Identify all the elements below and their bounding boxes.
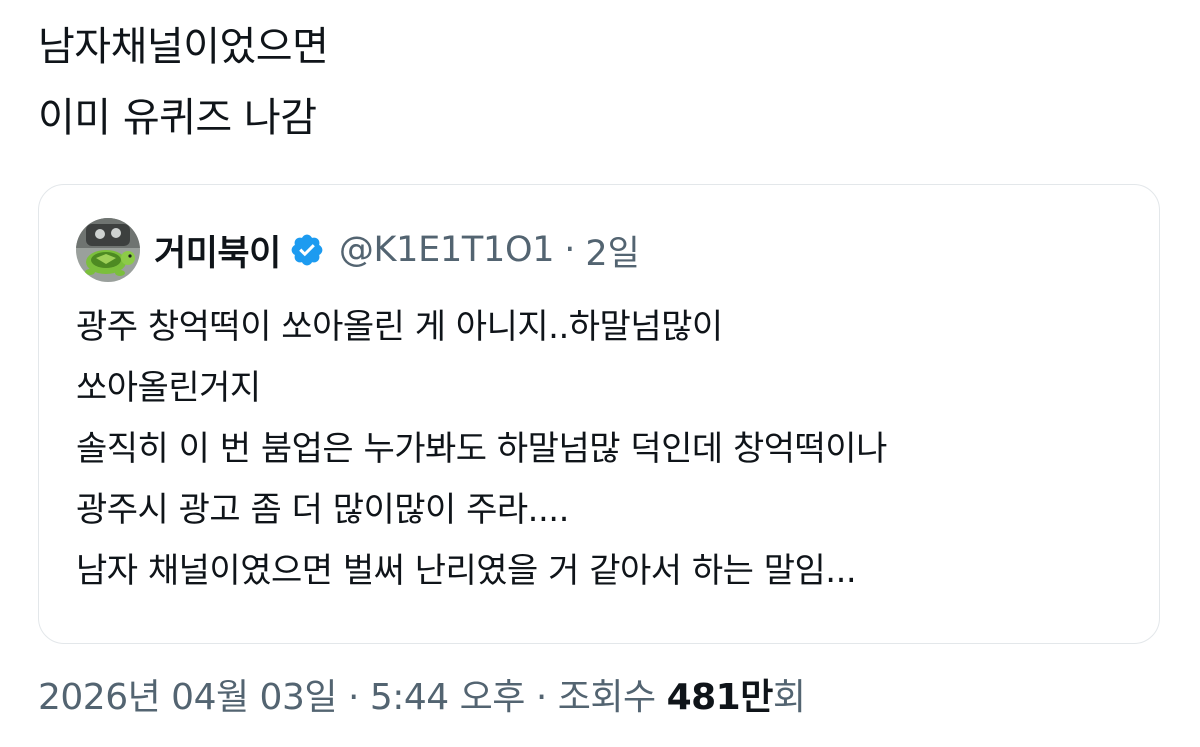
tweet-date[interactable]: 2026년 04월 03일 xyxy=(38,677,337,718)
author-name[interactable]: 거미북이 xyxy=(154,225,281,276)
quoted-tweet-header: 거미북이 @K1E1T1O1 · 2일 xyxy=(76,218,640,282)
tweet-text: 남자채널이었으면 이미 유퀴즈 나감 xyxy=(38,12,1138,154)
quoted-tweet-time[interactable]: 2일 xyxy=(585,225,639,276)
quoted-tweet-body: 광주 창억떡이 쏘아올린 게 아니지..하말넘많이 쏘아올린거지 솔직히 이 번… xyxy=(76,297,1136,602)
tweet-time[interactable]: 5:44 오후 xyxy=(370,677,526,718)
tweet-text-line-1: 남자채널이었으면 xyxy=(38,24,329,70)
tweet-text-line-2: 이미 유퀴즈 나감 xyxy=(38,95,317,141)
quoted-tweet-card[interactable]: 거미북이 @K1E1T1O1 · 2일 광주 창억떡이 쏘아올린 게 아니지..… xyxy=(38,184,1160,644)
verified-badge-icon xyxy=(289,232,325,268)
quoted-text-line-5: 남자 채널이였으면 벌써 난리였을 거 같아서 하는 말임... xyxy=(76,551,857,591)
quoted-text-line-4: 광주시 광고 좀 더 많이많이 주라.... xyxy=(76,490,569,530)
meta-separator-2: · xyxy=(535,677,547,718)
views-label: 조회수 xyxy=(557,677,656,718)
author-handle[interactable]: @K1E1T1O1 xyxy=(339,230,555,270)
quoted-text-line-2: 쏘아올린거지 xyxy=(76,368,261,408)
views-count: 481만 xyxy=(666,677,774,718)
views-suffix: 회 xyxy=(772,677,806,718)
header-separator: · xyxy=(564,230,576,270)
quoted-text-line-3: 솔직히 이 번 붐업은 누가봐도 하말넘많 덕인데 창억떡이나 xyxy=(76,429,887,469)
turtle-avatar-icon[interactable] xyxy=(76,218,140,282)
tweet-meta: 2026년 04월 03일 · 5:44 오후 · 조회수 481만회 xyxy=(38,668,806,728)
quoted-text-line-1: 광주 창억떡이 쏘아올린 게 아니지..하말넘많이 xyxy=(76,307,723,347)
meta-separator-1: · xyxy=(347,677,359,718)
